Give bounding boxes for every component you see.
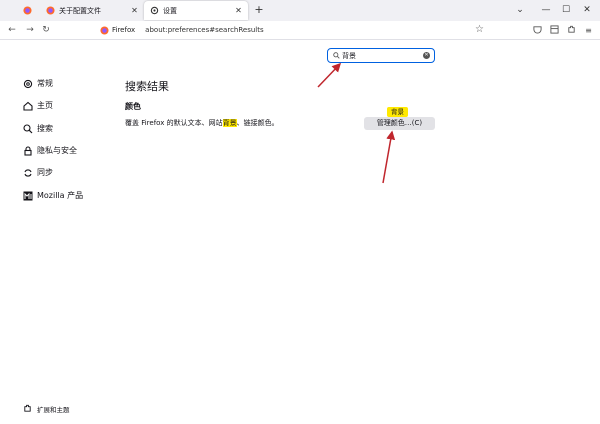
desc-text: 覆盖 Firefox 的默认文本、网站 [125,119,223,127]
firefox-icon [100,25,109,35]
sidebar-item-privacy[interactable]: 隐私与安全 [22,145,77,156]
back-button[interactable]: ← [6,24,18,36]
sidebar-item-label: Mozilla 产品 [37,191,84,200]
tab-settings[interactable]: 设置 ✕ [144,1,248,20]
sidebar-item-label: 同步 [37,168,53,177]
search-highlight: 背景 [222,119,237,127]
sidebar-item-general[interactable]: 常规 [22,78,53,89]
tab-bar: 关于配置文件 ✕ 设置 ✕ + ⌄ — ☐ ✕ [0,0,600,21]
sidebar-item-label: 扩展和主题 [37,405,70,414]
gear-icon [22,78,33,89]
new-tab-button[interactable]: + [252,3,266,17]
tab-label: 设置 [163,6,177,15]
sidebar-item-mozilla[interactable]: Mozilla 产品 [22,190,83,201]
extensions-icon[interactable] [566,25,577,36]
search-value: 背景 [342,51,356,60]
mozilla-icon [22,190,33,201]
gear-icon [150,6,159,15]
sidebar-item-home[interactable]: 主页 [22,100,53,111]
clear-icon[interactable]: ✕ [423,51,430,59]
desc-text: 、链接颜色。 [236,119,279,127]
colors-description: 覆盖 Firefox 的默认文本、网站背景、链接颜色。 [125,118,279,128]
manage-colors-button[interactable]: 管理颜色…(C) [364,117,435,130]
annotation-overlay [317,62,396,184]
lock-icon [22,145,33,156]
annotation-arrow [382,130,396,184]
sidebar-item-label: 常规 [37,79,53,88]
url-bar[interactable]: Firefox about:preferences#searchResults … [100,23,490,37]
search-tooltip: 背景 [387,107,408,117]
tab-pinned[interactable] [17,1,39,20]
chevron-down-icon[interactable]: ⌄ [513,3,527,17]
library-icon[interactable] [549,25,560,36]
search-input[interactable]: 背景 ✕ [327,48,435,63]
sidebar-item-label: 搜索 [37,124,53,133]
sidebar-item-search[interactable]: 搜索 [22,123,53,134]
minimize-button[interactable]: — [539,3,553,17]
close-icon[interactable]: ✕ [130,6,139,15]
close-icon[interactable]: ✕ [234,6,243,15]
search-icon [22,123,33,134]
section-title: 颜色 [125,102,141,111]
page-title: 搜索结果 [125,80,169,93]
sidebar-item-sync[interactable]: 同步 [22,167,53,178]
forward-button[interactable]: → [24,24,36,36]
pocket-icon[interactable] [532,25,543,36]
home-icon [22,100,33,111]
sidebar-item-label: 主页 [37,101,53,110]
extensions-icon [22,403,33,414]
url-site: Firefox [112,26,136,34]
sidebar-item-extensions[interactable]: 扩展和主题 [22,403,70,414]
firefox-icon [23,6,32,15]
bookmark-star-icon[interactable]: ☆ [475,24,484,35]
tab-profiles[interactable]: 关于配置文件 ✕ [40,1,144,20]
sync-icon [22,167,33,178]
sidebar-item-label: 隐私与安全 [37,146,77,155]
nav-bar: ← → ↻ Firefox about:preferences#searchRe… [0,21,600,40]
url-text: about:preferences#searchResults [145,26,264,34]
firefox-icon [46,6,55,15]
maximize-button[interactable]: ☐ [559,3,573,17]
close-window-button[interactable]: ✕ [580,3,594,17]
reload-button[interactable]: ↻ [40,24,52,36]
tab-label: 关于配置文件 [59,6,101,15]
search-icon [333,52,340,59]
menu-icon[interactable]: ≡ [583,25,594,36]
annotation-arrow [317,62,342,88]
